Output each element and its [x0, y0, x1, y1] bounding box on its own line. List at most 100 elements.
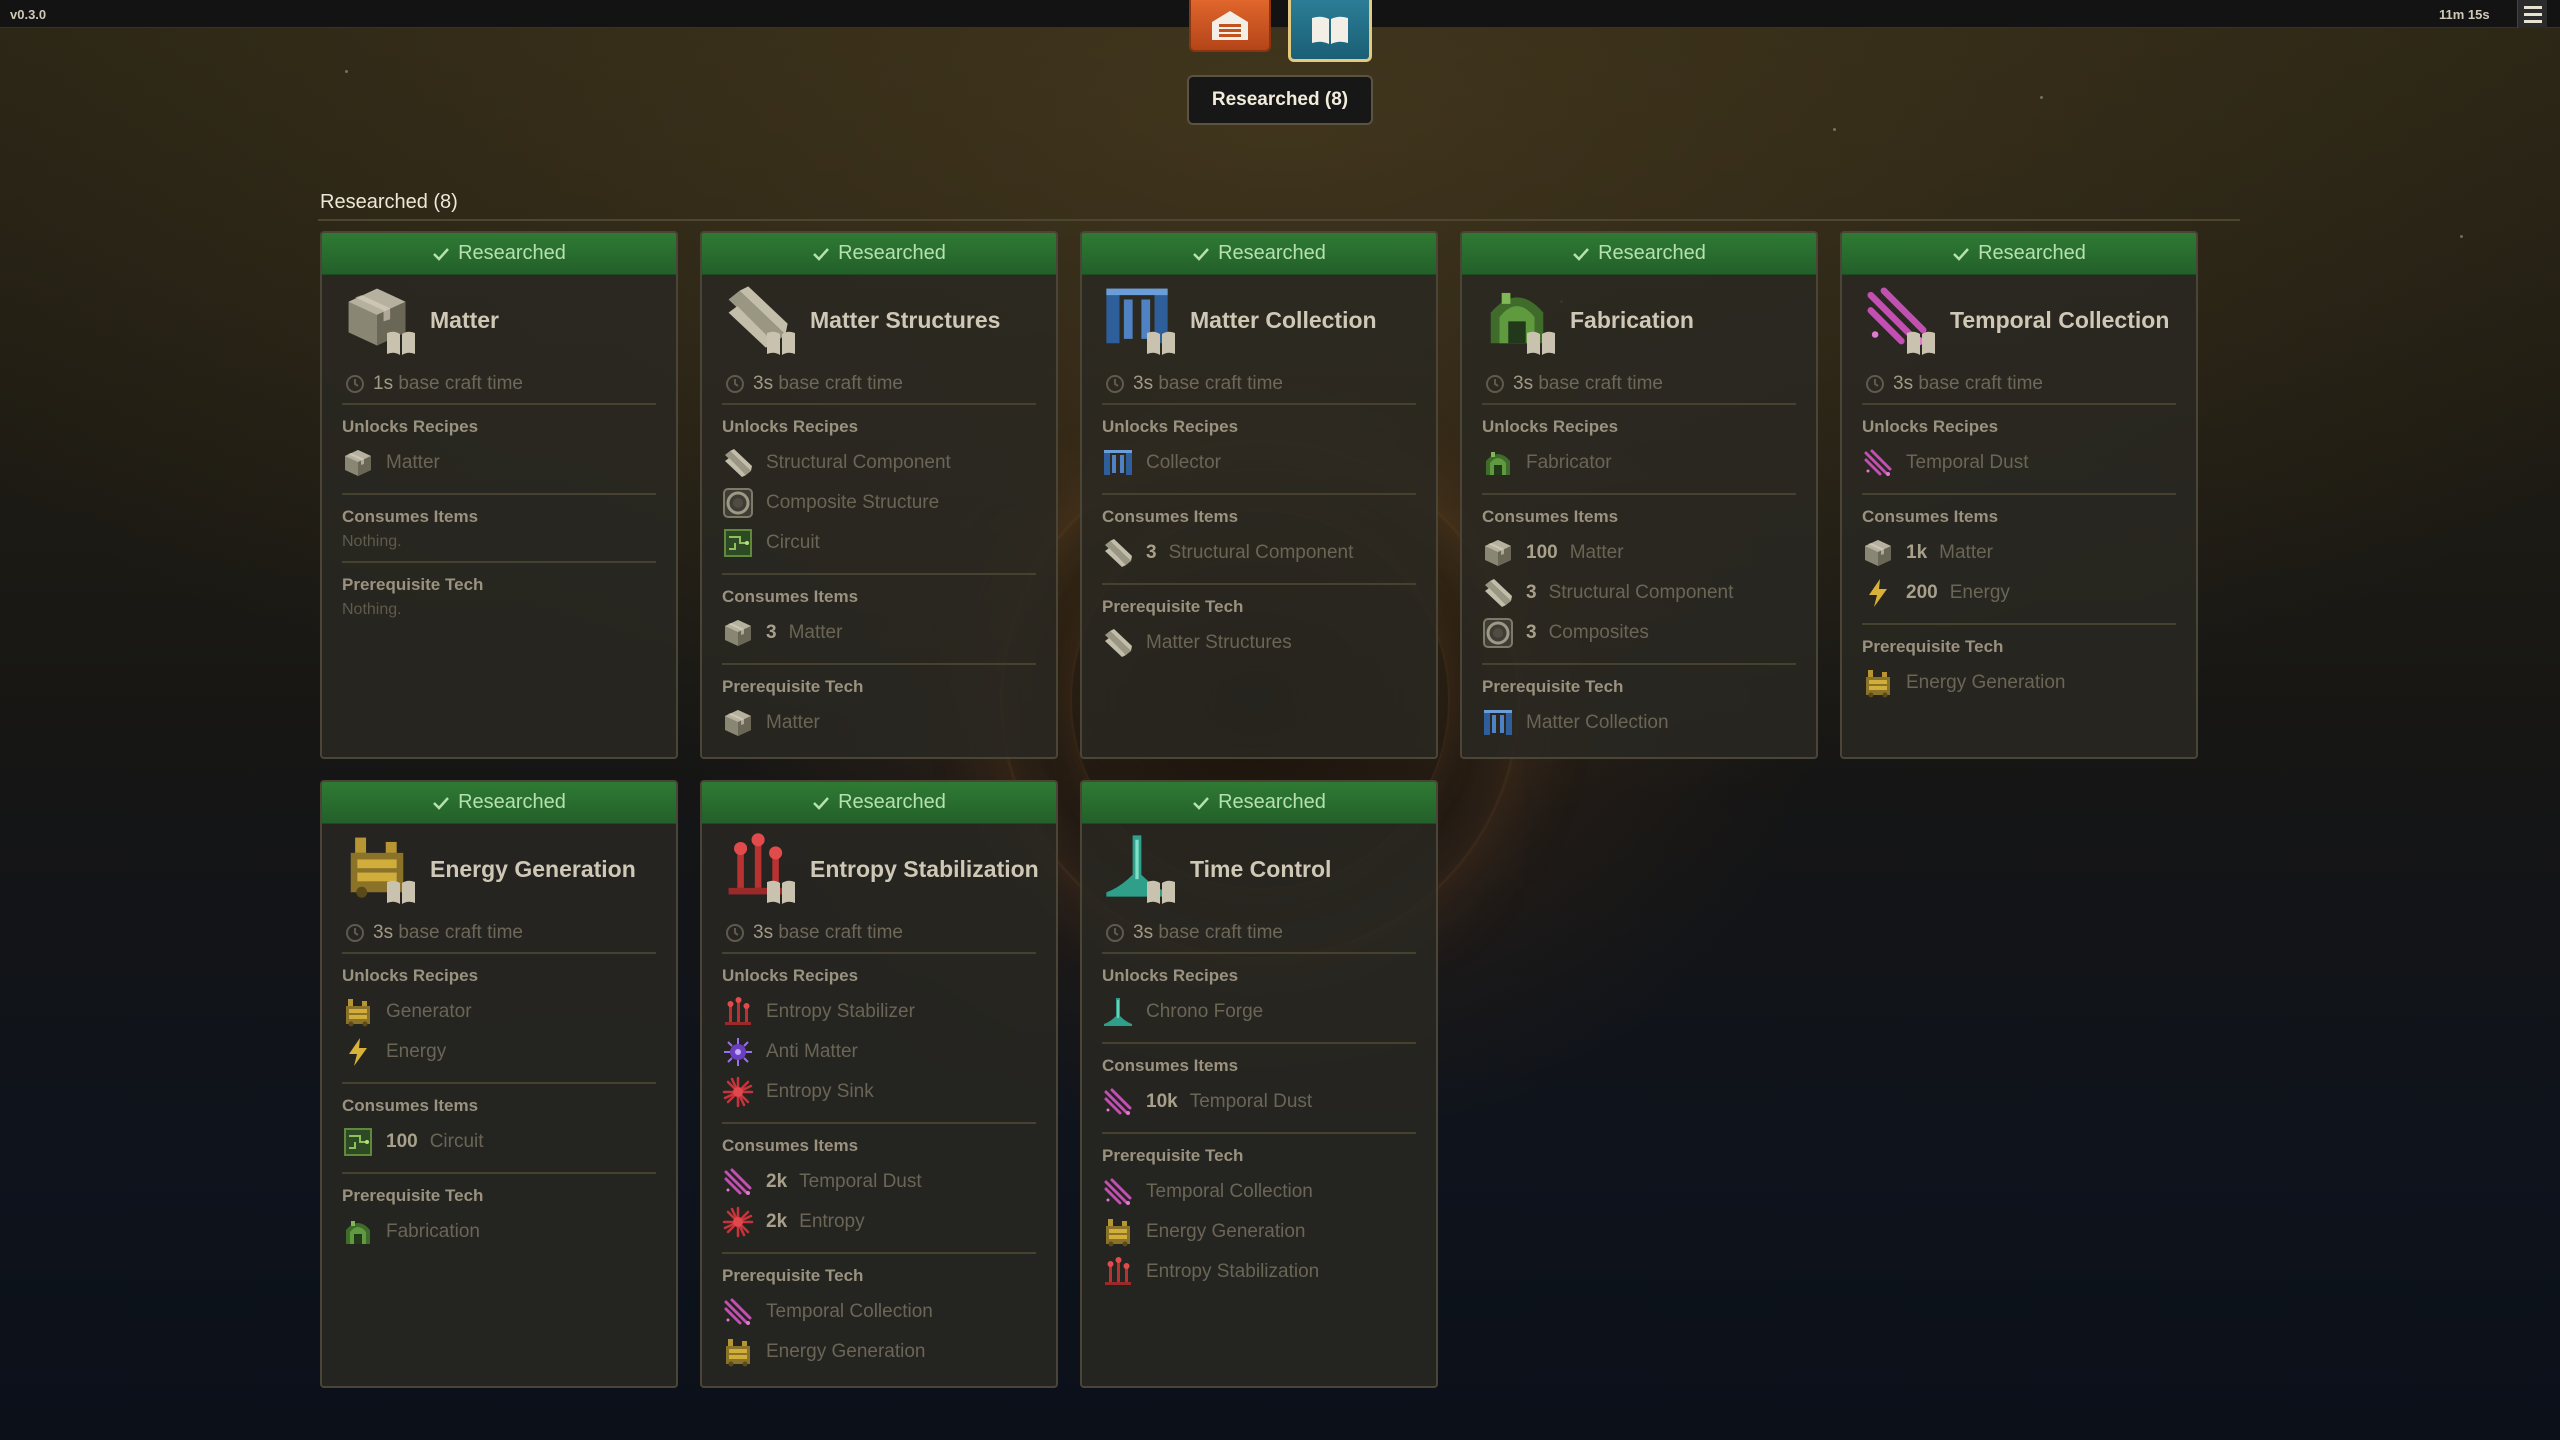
- tech-card[interactable]: Researched Matter 1s base craft time Unl…: [320, 231, 678, 759]
- craft-time-text: 3s base craft time: [1893, 373, 2043, 395]
- hamburger-menu-button[interactable]: [2517, 0, 2547, 28]
- researched-banner: Researched: [702, 782, 1056, 824]
- clock-icon: [725, 923, 745, 943]
- clock-icon: [1865, 374, 1885, 394]
- temporal-dust-icon: [722, 1166, 754, 1198]
- temporal-dust-icon: [1862, 282, 1938, 358]
- book-icon: [1312, 16, 1348, 44]
- item-quantity: 2k: [766, 1211, 788, 1232]
- prereqs-title: Prerequisite Tech: [722, 677, 864, 696]
- researched-banner: Researched: [1842, 233, 2196, 275]
- prereqs-section: Prerequisite Tech Temporal Collection En…: [722, 1254, 1036, 1382]
- unlocks-title: Unlocks Recipes: [722, 966, 859, 985]
- prereqs-item: Matter: [722, 703, 1036, 743]
- fabricator-icon: [342, 1216, 374, 1248]
- card-header: Matter: [342, 275, 656, 365]
- consumes-title: Consumes Items: [1102, 1056, 1239, 1075]
- consumes-section: Consumes Items Nothing.: [342, 495, 656, 563]
- composite-icon: [722, 487, 754, 519]
- tech-card[interactable]: Researched Matter Collection 3s base cra…: [1080, 231, 1438, 759]
- unlocks-title: Unlocks Recipes: [1862, 417, 1999, 436]
- unlocks-section: Unlocks Recipes Matter: [342, 405, 656, 495]
- item-name: Composite Structure: [766, 492, 940, 513]
- clock-icon: [725, 374, 745, 394]
- entropy-icon: [722, 1206, 754, 1238]
- researched-banner: Researched: [1462, 233, 1816, 275]
- matter-icon: [1482, 537, 1514, 569]
- unlocks-section: Unlocks Recipes Temporal Dust: [1862, 405, 2176, 495]
- check-icon: [1192, 796, 1210, 810]
- consumes-section: Consumes Items 2k Temporal Dust 2k Entro…: [722, 1124, 1036, 1254]
- researched-filter-button[interactable]: Researched (8): [1187, 75, 1373, 125]
- tech-card[interactable]: Researched Energy Generation 3s base cra…: [320, 780, 678, 1388]
- prereqs-item: Temporal Collection: [1102, 1172, 1416, 1212]
- prereqs-section: Prerequisite Tech Matter: [722, 665, 1036, 753]
- matter-icon: [722, 707, 754, 739]
- chrono-forge-icon: [1102, 831, 1178, 907]
- research-tab-button[interactable]: [1288, 0, 1372, 62]
- consumes-item: 3 Composites: [1482, 613, 1796, 653]
- clock-icon: [1105, 923, 1125, 943]
- consumes-item: 100 Circuit: [342, 1122, 656, 1162]
- card-header: Temporal Collection: [1862, 275, 2176, 365]
- status-label: Researched: [1598, 242, 1706, 264]
- item-name: Structural Component: [766, 452, 951, 473]
- craft-time-suffix: base craft time: [1153, 922, 1283, 943]
- tech-name: Matter Structures: [810, 306, 1001, 333]
- craft-time-row: 3s base craft time: [1482, 365, 1796, 405]
- factory-tab-button[interactable]: [1189, 0, 1271, 52]
- consumes-item: 2k Temporal Dust: [722, 1162, 1036, 1202]
- card-header: Time Control: [1102, 824, 1416, 914]
- structural-component-icon: [1102, 537, 1134, 569]
- prereqs-item: Matter Structures: [1102, 623, 1416, 663]
- prereqs-title: Prerequisite Tech: [342, 575, 484, 594]
- unlocks-item: Collector: [1102, 443, 1416, 483]
- prereqs-item: Energy Generation: [1862, 663, 2176, 703]
- item-name: Fabrication: [386, 1221, 480, 1242]
- clock-icon: [1485, 374, 1505, 394]
- tech-card[interactable]: Researched Fabrication 3s base craft tim…: [1460, 231, 1818, 759]
- status-label: Researched: [1978, 242, 2086, 264]
- temporal-dust-icon: [1102, 1086, 1134, 1118]
- craft-time-value: 3s: [1133, 922, 1154, 943]
- energy-icon: [342, 1036, 374, 1068]
- matter-icon: [342, 282, 418, 358]
- item-quantity: 3: [766, 622, 777, 643]
- card-header: Fabrication: [1482, 275, 1796, 365]
- prereqs-section: Prerequisite Tech Matter Collection: [1482, 665, 1796, 753]
- card-header: Energy Generation: [342, 824, 656, 914]
- check-icon: [1192, 247, 1210, 261]
- card-header: Entropy Stabilization: [722, 824, 1039, 914]
- star: [345, 70, 348, 73]
- consumes-title: Consumes Items: [342, 507, 479, 526]
- item-name: Energy Generation: [1146, 1221, 1306, 1242]
- tech-card[interactable]: Researched Matter Structures 3s base cra…: [700, 231, 1058, 759]
- item-name: Energy: [386, 1041, 447, 1062]
- section-title: Researched (8): [320, 191, 458, 213]
- prereqs-item: Energy Generation: [1102, 1212, 1416, 1252]
- tech-card[interactable]: Researched Temporal Collection 3s base c…: [1840, 231, 2198, 759]
- craft-time-suffix: base craft time: [393, 922, 523, 943]
- status-label: Researched: [1218, 242, 1326, 264]
- matter-icon: [342, 447, 374, 479]
- unlocks-section: Unlocks Recipes Generator Energy: [342, 954, 656, 1084]
- item-name: Chrono Forge: [1146, 1001, 1264, 1022]
- item-quantity: 200: [1906, 582, 1938, 603]
- tech-card[interactable]: Researched Time Control 3s base craft ti…: [1080, 780, 1438, 1388]
- generator-icon: [722, 1336, 754, 1368]
- item-quantity: 3: [1146, 542, 1157, 563]
- item-name: Structural Component: [1168, 542, 1354, 563]
- unlocks-item: Anti Matter: [722, 1032, 1036, 1072]
- tech-card[interactable]: Researched Entropy Stabilization 3s base…: [700, 780, 1058, 1388]
- unlocks-item: Circuit: [722, 523, 1036, 563]
- unlocks-section: Unlocks Recipes Entropy Stabilizer Anti …: [722, 954, 1036, 1124]
- craft-time-row: 1s base craft time: [342, 365, 656, 405]
- chrono-forge-icon: [1102, 996, 1134, 1028]
- tech-name: Entropy Stabilization: [810, 855, 1039, 882]
- item-name: Energy Generation: [1906, 672, 2066, 693]
- fabricator-icon: [1482, 282, 1558, 358]
- prereqs-section: Prerequisite Tech Energy Generation: [1862, 625, 2176, 713]
- entropy-stabilizer-icon: [722, 831, 798, 907]
- tech-name: Matter Collection: [1190, 306, 1377, 333]
- temporal-dust-icon: [1862, 447, 1894, 479]
